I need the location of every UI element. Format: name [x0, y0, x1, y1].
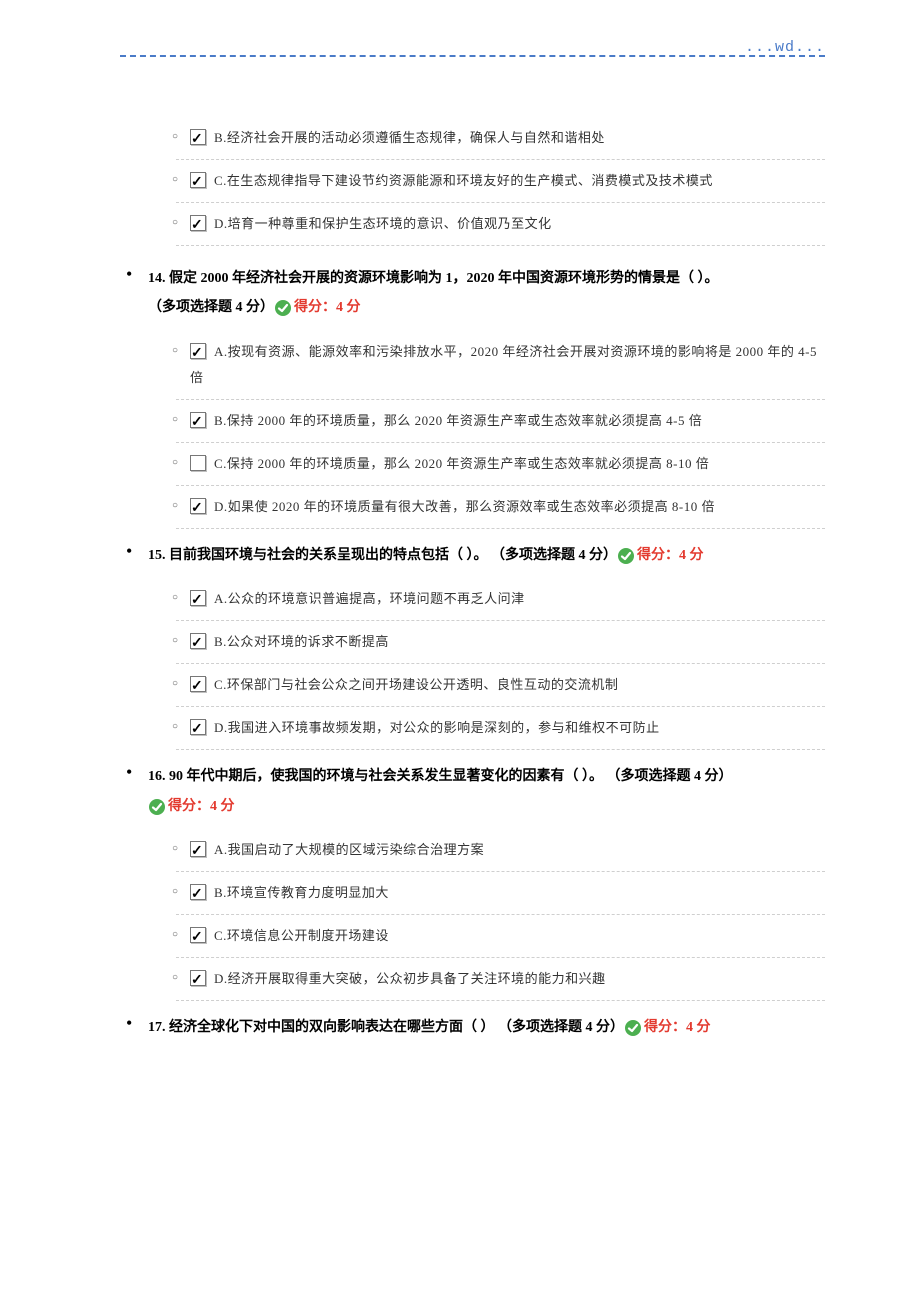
option-text: B.公众对环境的诉求不断提高 [214, 634, 389, 649]
option-item: B.环境宣传教育力度明显加大 [176, 872, 825, 915]
option-text: C.环保部门与社会公众之间开场建设公开透明、良性互动的交流机制 [214, 677, 618, 692]
question-list-main: 14. 假定 2000 年经济社会开展的资源环境影响为 1，2020 年中国资源… [120, 264, 825, 1043]
question-text: 15. 目前我国环境与社会的关系呈现出的特点包括（ ）。 （多项选择题 4 分）… [148, 541, 825, 570]
option-text: D.我国进入环境事故频发期，对公众的影响是深刻的，参与和维权不可防止 [214, 720, 660, 735]
option-item: B.经济社会开展的活动必须遵循生态规律，确保人与自然和谐相处 [176, 117, 825, 160]
option-text: B.经济社会开展的活动必须遵循生态规律，确保人与自然和谐相处 [214, 130, 605, 145]
checkbox-icon[interactable] [190, 590, 206, 606]
option-item: A.我国启动了大规模的区域污染综合治理方案 [176, 829, 825, 872]
option-text: C.保持 2000 年的环境质量，那么 2020 年资源生产率或生态效率就必须提… [214, 456, 709, 471]
option-text: B.环境宣传教育力度明显加大 [214, 885, 389, 900]
check-icon [624, 1013, 642, 1042]
question-14: 14. 假定 2000 年经济社会开展的资源环境影响为 1，2020 年中国资源… [120, 264, 825, 529]
header-divider: ...wd... [120, 55, 825, 57]
question-17: 17. 经济全球化下对中国的双向影响表达在哪些方面（ ） （多项选择题 4 分）… [120, 1013, 825, 1042]
option-text: D.如果使 2020 年的环境质量有很大改善，那么资源效率或生态效率必须提高 8… [214, 499, 715, 514]
option-text: A.按现有资源、能源效率和污染排放水平，2020 年经济社会开展对资源环境的影响… [190, 344, 817, 385]
checkbox-icon[interactable] [190, 719, 206, 735]
checkbox-icon[interactable] [190, 412, 206, 428]
option-item: B.公众对环境的诉求不断提高 [176, 621, 825, 664]
option-item: C.环保部门与社会公众之间开场建设公开透明、良性互动的交流机制 [176, 664, 825, 707]
check-icon [274, 293, 292, 322]
option-list: B.经济社会开展的活动必须遵循生态规律，确保人与自然和谐相处 C.在生态规律指导下… [148, 117, 825, 246]
checkbox-icon[interactable] [190, 343, 206, 359]
option-item: D.培育一种尊重和保护生态环境的意识、价值观乃至文化 [176, 203, 825, 246]
option-item: A.公众的环境意识普遍提高，环境问题不再乏人问津 [176, 578, 825, 621]
checkbox-icon[interactable] [190, 129, 206, 145]
option-item: D.如果使 2020 年的环境质量有很大改善，那么资源效率或生态效率必须提高 8… [176, 486, 825, 529]
question-15: 15. 目前我国环境与社会的关系呈现出的特点包括（ ）。 （多项选择题 4 分）… [120, 541, 825, 750]
question-text: 16. 90 年代中期后，使我国的环境与社会关系发生显著变化的因素有（ ）。 （… [148, 762, 825, 821]
option-text: B.保持 2000 年的环境质量，那么 2020 年资源生产率或生态效率就必须提… [214, 413, 702, 428]
option-list: A.我国启动了大规模的区域污染综合治理方案 B.环境宣传教育力度明显加大 C.环境信… [148, 829, 825, 1001]
question-text: 14. 假定 2000 年经济社会开展的资源环境影响为 1，2020 年中国资源… [148, 264, 825, 323]
option-item: D.经济开展取得重大突破，公众初步具备了关注环境的能力和兴趣 [176, 958, 825, 1001]
option-item: C.保持 2000 年的环境质量，那么 2020 年资源生产率或生态效率就必须提… [176, 443, 825, 486]
checkbox-icon[interactable] [190, 498, 206, 514]
option-text: C.环境信息公开制度开场建设 [214, 928, 389, 943]
checkbox-icon[interactable] [190, 841, 206, 857]
option-text: A.公众的环境意识普遍提高，环境问题不再乏人问津 [214, 591, 525, 606]
question-16: 16. 90 年代中期后，使我国的环境与社会关系发生显著变化的因素有（ ）。 （… [120, 762, 825, 1001]
option-item: C.环境信息公开制度开场建设 [176, 915, 825, 958]
option-text: A.我国启动了大规模的区域污染综合治理方案 [214, 842, 484, 857]
option-item: A.按现有资源、能源效率和污染排放水平，2020 年经济社会开展对资源环境的影响… [176, 331, 825, 400]
option-text: D.经济开展取得重大突破，公众初步具备了关注环境的能力和兴趣 [214, 971, 606, 986]
score-text: 得分：4 分 [294, 300, 361, 315]
option-text: D.培育一种尊重和保护生态环境的意识、价值观乃至文化 [214, 216, 552, 231]
score-text: 得分：4 分 [168, 799, 235, 814]
score-text: 得分：4 分 [637, 548, 704, 563]
check-icon [148, 792, 166, 821]
option-list: A.按现有资源、能源效率和污染排放水平，2020 年经济社会开展对资源环境的影响… [148, 331, 825, 529]
question-fragment: B.经济社会开展的活动必须遵循生态规律，确保人与自然和谐相处 C.在生态规律指导下… [120, 117, 825, 246]
question-text: 17. 经济全球化下对中国的双向影响表达在哪些方面（ ） （多项选择题 4 分）… [148, 1013, 825, 1042]
checkbox-icon[interactable] [190, 927, 206, 943]
checkbox-icon[interactable] [190, 676, 206, 692]
option-item: B.保持 2000 年的环境质量，那么 2020 年资源生产率或生态效率就必须提… [176, 400, 825, 443]
option-item: C.在生态规律指导下建设节约资源能源和环境友好的生产模式、消费模式及技术模式 [176, 160, 825, 203]
checkbox-icon[interactable] [190, 172, 206, 188]
checkbox-icon[interactable] [190, 215, 206, 231]
question-list: B.经济社会开展的活动必须遵循生态规律，确保人与自然和谐相处 C.在生态规律指导下… [120, 117, 825, 246]
checkbox-icon[interactable] [190, 884, 206, 900]
checkbox-icon[interactable] [190, 455, 206, 471]
option-text: C.在生态规律指导下建设节约资源能源和环境友好的生产模式、消费模式及技术模式 [214, 173, 713, 188]
check-icon [617, 541, 635, 570]
option-list: A.公众的环境意识普遍提高，环境问题不再乏人问津 B.公众对环境的诉求不断提高 C.… [148, 578, 825, 750]
option-item: D.我国进入环境事故频发期，对公众的影响是深刻的，参与和维权不可防止 [176, 707, 825, 750]
header-watermark: ...wd... [745, 39, 825, 56]
checkbox-icon[interactable] [190, 633, 206, 649]
score-text: 得分：4 分 [644, 1020, 711, 1035]
checkbox-icon[interactable] [190, 970, 206, 986]
